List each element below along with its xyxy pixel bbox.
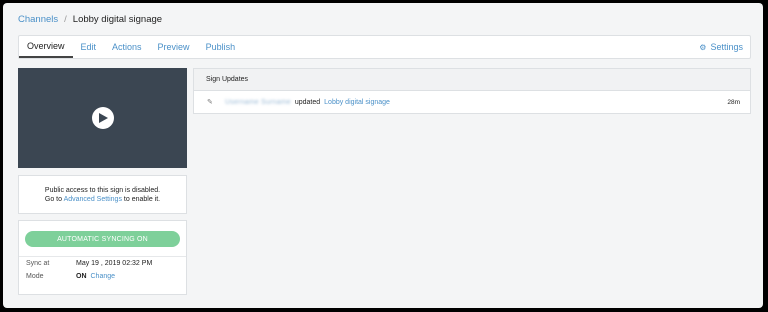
mode-row: Mode ON Change bbox=[19, 270, 186, 283]
settings-label: Settings bbox=[710, 42, 743, 52]
change-mode-link[interactable]: Change bbox=[91, 273, 116, 280]
automatic-syncing-button[interactable]: AUTOMATIC SYNCING ON bbox=[25, 231, 180, 247]
tab-publish[interactable]: Publish bbox=[198, 36, 244, 58]
access-prefix: Go to bbox=[44, 195, 63, 203]
access-line-2: Go to Advanced Settings to enable it. bbox=[45, 195, 160, 204]
update-target-link[interactable]: Lobby digital signage bbox=[324, 99, 390, 106]
mode-value: ON bbox=[76, 273, 87, 280]
tab-spacer bbox=[243, 36, 692, 58]
app-frame: Channels / Lobby digital signage Overvie… bbox=[3, 3, 763, 308]
breadcrumb: Channels / Lobby digital signage bbox=[18, 14, 162, 25]
access-line-1: Public access to this sign is disabled. bbox=[44, 186, 161, 194]
tab-preview[interactable]: Preview bbox=[150, 36, 198, 58]
update-user[interactable]: Username Surname bbox=[225, 99, 291, 106]
play-icon bbox=[99, 113, 108, 123]
update-time: 28m bbox=[727, 98, 740, 106]
breadcrumb-separator: / bbox=[64, 14, 67, 25]
sync-at-row: Sync at May 19 , 2019 02:32 PM bbox=[19, 257, 186, 270]
tab-edit[interactable]: Edit bbox=[73, 36, 105, 58]
update-row: ✎ Username Surname updated Lobby digital… bbox=[194, 91, 750, 113]
sync-at-label: Sync at bbox=[26, 260, 50, 267]
settings-button[interactable]: ⚙ Settings bbox=[692, 36, 750, 58]
advanced-settings-link[interactable]: Advanced Settings bbox=[64, 196, 122, 203]
update-verb: updated bbox=[294, 98, 321, 106]
tab-actions[interactable]: Actions bbox=[104, 36, 150, 58]
left-column: Public access to this sign is disabled. … bbox=[18, 68, 187, 295]
tab-bar: Overview Edit Actions Preview Publish ⚙ … bbox=[18, 35, 751, 59]
mode-label: Mode bbox=[26, 273, 44, 280]
pencil-icon: ✎ bbox=[207, 99, 213, 106]
access-suffix: to enable it. bbox=[123, 195, 161, 203]
sync-panel: AUTOMATIC SYNCING ON Sync at May 19 , 20… bbox=[18, 220, 187, 295]
tab-overview[interactable]: Overview bbox=[19, 36, 73, 58]
sign-preview bbox=[18, 68, 187, 168]
public-access-notice: Public access to this sign is disabled. … bbox=[18, 175, 187, 214]
play-button[interactable] bbox=[91, 107, 114, 129]
breadcrumb-current: Lobby digital signage bbox=[72, 14, 163, 25]
sync-at-value: May 19 , 2019 02:32 PM bbox=[76, 260, 153, 267]
breadcrumb-channels-link[interactable]: Channels bbox=[18, 14, 58, 25]
gear-icon: ⚙ bbox=[699, 42, 707, 52]
sign-updates-header: Sign Updates bbox=[194, 69, 750, 91]
sign-updates-panel: Sign Updates ✎ Username Surname updated … bbox=[193, 68, 751, 114]
